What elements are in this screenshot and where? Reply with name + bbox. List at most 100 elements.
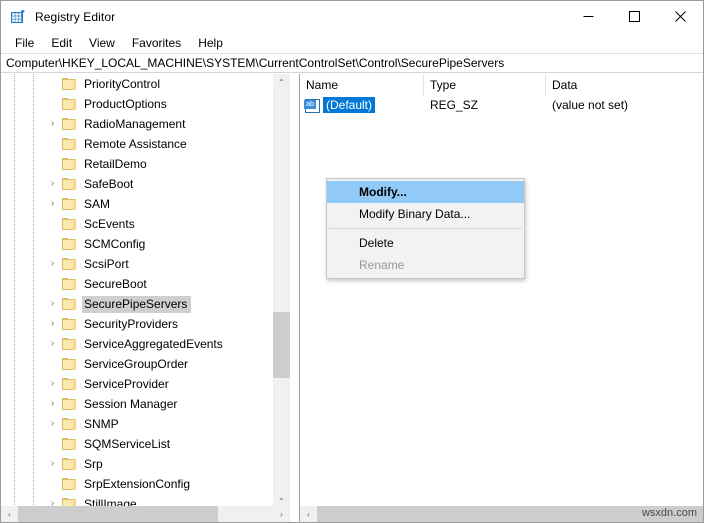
chevron-right-icon[interactable]: ›	[43, 414, 62, 434]
folder-icon	[62, 157, 77, 171]
tree-item-serviceaggregatedevents[interactable]: › ServiceAggregatedEvents	[1, 334, 273, 354]
tree-item-snmp[interactable]: › SNMP	[1, 414, 273, 434]
column-header-name[interactable]: Name	[300, 74, 424, 96]
tree-item-session-manager[interactable]: › Session Manager	[1, 394, 273, 414]
chevron-right-icon[interactable]: ›	[43, 374, 62, 394]
chevron-right-icon[interactable]: ›	[43, 294, 62, 314]
tree-item-safeboot[interactable]: › SafeBoot	[1, 174, 273, 194]
chevron-right-icon[interactable]: ›	[43, 494, 62, 506]
context-menu-item-modify-binary-data[interactable]: Modify Binary Data...	[327, 203, 524, 225]
tree-indent-guide	[24, 174, 43, 194]
tree-item-servicegrouporder[interactable]: › ServiceGroupOrder	[1, 354, 273, 374]
tree-item-label: StillImage	[84, 496, 137, 507]
tree-item-label: SAM	[84, 196, 111, 211]
tree-item-label: SecurePipeServers	[82, 295, 192, 313]
address-bar[interactable]: Computer\HKEY_LOCAL_MACHINE\SYSTEM\Curre…	[1, 53, 703, 73]
tree-indent-guide	[24, 494, 43, 506]
tree-indent-guide	[24, 474, 43, 494]
tree-item-serviceprovider[interactable]: › ServiceProvider	[1, 374, 273, 394]
menu-edit[interactable]: Edit	[43, 34, 80, 52]
tree-item-sqmservicelist[interactable]: › SQMServiceList	[1, 434, 273, 454]
menu-favorites[interactable]: Favorites	[124, 34, 189, 52]
folder-icon	[62, 177, 77, 191]
close-button[interactable]	[657, 1, 703, 32]
tree-item-srpextensionconfig[interactable]: › SrpExtensionConfig	[1, 474, 273, 494]
folder-icon	[62, 257, 77, 271]
tree-indent-guide	[5, 374, 24, 394]
folder-icon	[62, 217, 77, 231]
tree-indent-guide	[24, 294, 43, 314]
tree-item-srp[interactable]: › Srp	[1, 454, 273, 474]
table-row[interactable]: ab (Default) REG_SZ (value not set)	[300, 96, 703, 114]
chevron-right-icon[interactable]: ›	[43, 334, 62, 354]
chevron-right-icon[interactable]: ›	[43, 254, 62, 274]
window-controls	[565, 1, 703, 32]
minimize-button[interactable]	[565, 1, 611, 32]
tree-item-label: SrpExtensionConfig	[84, 476, 191, 491]
scroll-left-arrow[interactable]: ‹	[1, 506, 18, 522]
tree-item-scmconfig[interactable]: › SCMConfig	[1, 234, 273, 254]
menu-file[interactable]: File	[7, 34, 42, 52]
tree-indent-guide	[24, 94, 43, 114]
scroll-up-arrow[interactable]: ⌃	[273, 74, 290, 91]
chevron-right-icon[interactable]: ›	[43, 194, 62, 214]
folder-icon	[62, 277, 77, 291]
tree-hscroll-thumb[interactable]	[18, 506, 218, 522]
tree-item-label: ServiceGroupOrder	[84, 356, 189, 371]
folder-icon	[62, 77, 77, 91]
tree-item-remote-assistance[interactable]: › Remote Assistance	[1, 134, 273, 154]
tree-item-securepipeservers[interactable]: › SecurePipeServers	[1, 294, 273, 314]
context-menu-item-modify[interactable]: Modify...	[327, 181, 524, 203]
tree-leaf-spacer: ›	[43, 74, 62, 94]
context-menu-item-delete[interactable]: Delete	[327, 232, 524, 254]
tree-indent-guide	[5, 434, 24, 454]
chevron-right-icon[interactable]: ›	[43, 314, 62, 334]
tree-leaf-spacer: ›	[43, 214, 62, 234]
column-header-type[interactable]: Type	[424, 74, 546, 96]
folder-icon	[62, 477, 77, 491]
tree-item-scevents[interactable]: › ScEvents	[1, 214, 273, 234]
tree-item-secureboot[interactable]: › SecureBoot	[1, 274, 273, 294]
scroll-down-arrow[interactable]: ⌄	[273, 489, 290, 506]
column-header-data[interactable]: Data	[546, 74, 703, 96]
tree-item-label: SQMServiceList	[84, 436, 171, 451]
tree-item-radiomanagement[interactable]: › RadioManagement	[1, 114, 273, 134]
menu-help[interactable]: Help	[190, 34, 231, 52]
maximize-button[interactable]	[611, 1, 657, 32]
tree-horizontal-scrollbar[interactable]: ‹ ›	[1, 506, 290, 522]
tree-vertical-scrollbar[interactable]: ⌃ ⌄	[272, 74, 290, 506]
folder-icon	[62, 417, 77, 431]
tree-item-stillimage[interactable]: › StillImage	[1, 494, 273, 506]
tree-item-retaildemo[interactable]: › RetailDemo	[1, 154, 273, 174]
tree-indent-guide	[24, 334, 43, 354]
tree-item-prioritycontrol[interactable]: › PriorityControl	[1, 74, 273, 94]
tree-item-productoptions[interactable]: › ProductOptions	[1, 94, 273, 114]
tree-indent-guide	[5, 234, 24, 254]
folder-icon	[62, 117, 77, 131]
tree-indent-guide	[5, 74, 24, 94]
chevron-right-icon[interactable]: ›	[43, 394, 62, 414]
title-bar: Registry Editor	[1, 1, 703, 32]
tree-item-label: SecurityProviders	[84, 316, 179, 331]
menu-view[interactable]: View	[81, 34, 123, 52]
tree-vscroll-thumb[interactable]	[273, 312, 290, 378]
tree-item-securityproviders[interactable]: › SecurityProviders	[1, 314, 273, 334]
tree-item-scsiport[interactable]: › ScsiPort	[1, 254, 273, 274]
scroll-right-arrow[interactable]: ›	[273, 506, 290, 522]
tree-hscroll-track[interactable]	[18, 506, 273, 522]
chevron-right-icon[interactable]: ›	[43, 174, 62, 194]
tree-leaf-spacer: ›	[43, 234, 62, 254]
tree-item-sam[interactable]: › SAM	[1, 194, 273, 214]
window-title: Registry Editor	[35, 9, 116, 24]
menu-bar: File Edit View Favorites Help	[1, 32, 703, 53]
chevron-right-icon[interactable]: ›	[43, 114, 62, 134]
list-scroll-left-arrow[interactable]: ‹	[300, 506, 317, 522]
context-menu: Modify... Modify Binary Data... Delete Rena…	[326, 178, 525, 279]
tree-indent-guide	[24, 154, 43, 174]
tree-indent-guide	[5, 194, 24, 214]
registry-editor-window: Registry Editor File Edit View Favorites…	[0, 0, 704, 523]
chevron-right-icon[interactable]: ›	[43, 454, 62, 474]
tree-indent-guide	[5, 254, 24, 274]
tree-item-label: ScsiPort	[84, 256, 129, 271]
tree-indent-guide	[5, 454, 24, 474]
